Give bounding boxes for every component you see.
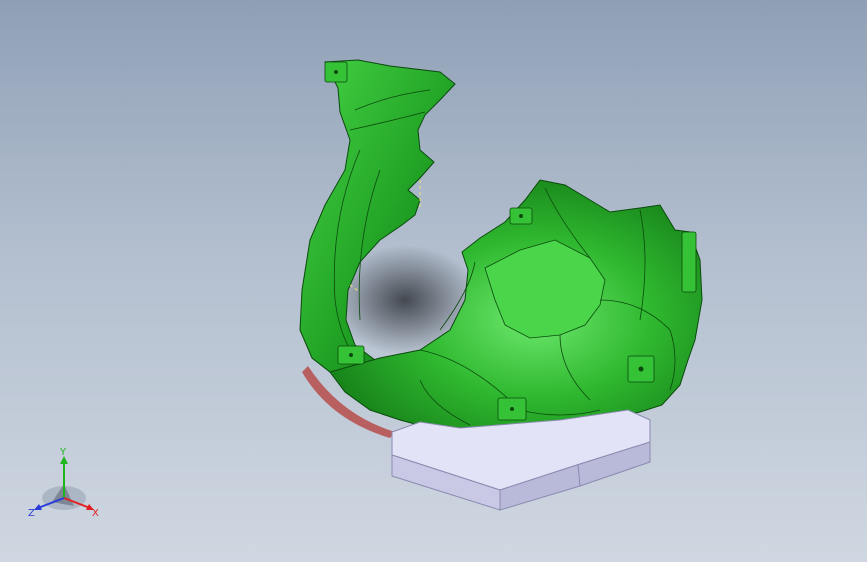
- 3d-viewport[interactable]: Y X Z: [0, 0, 867, 562]
- y-axis-label: Y: [59, 448, 67, 458]
- coordinate-triad[interactable]: Y X Z: [28, 448, 104, 524]
- x-axis-label: X: [92, 508, 99, 519]
- z-axis-label: Z: [28, 508, 35, 519]
- model-view[interactable]: [0, 0, 867, 562]
